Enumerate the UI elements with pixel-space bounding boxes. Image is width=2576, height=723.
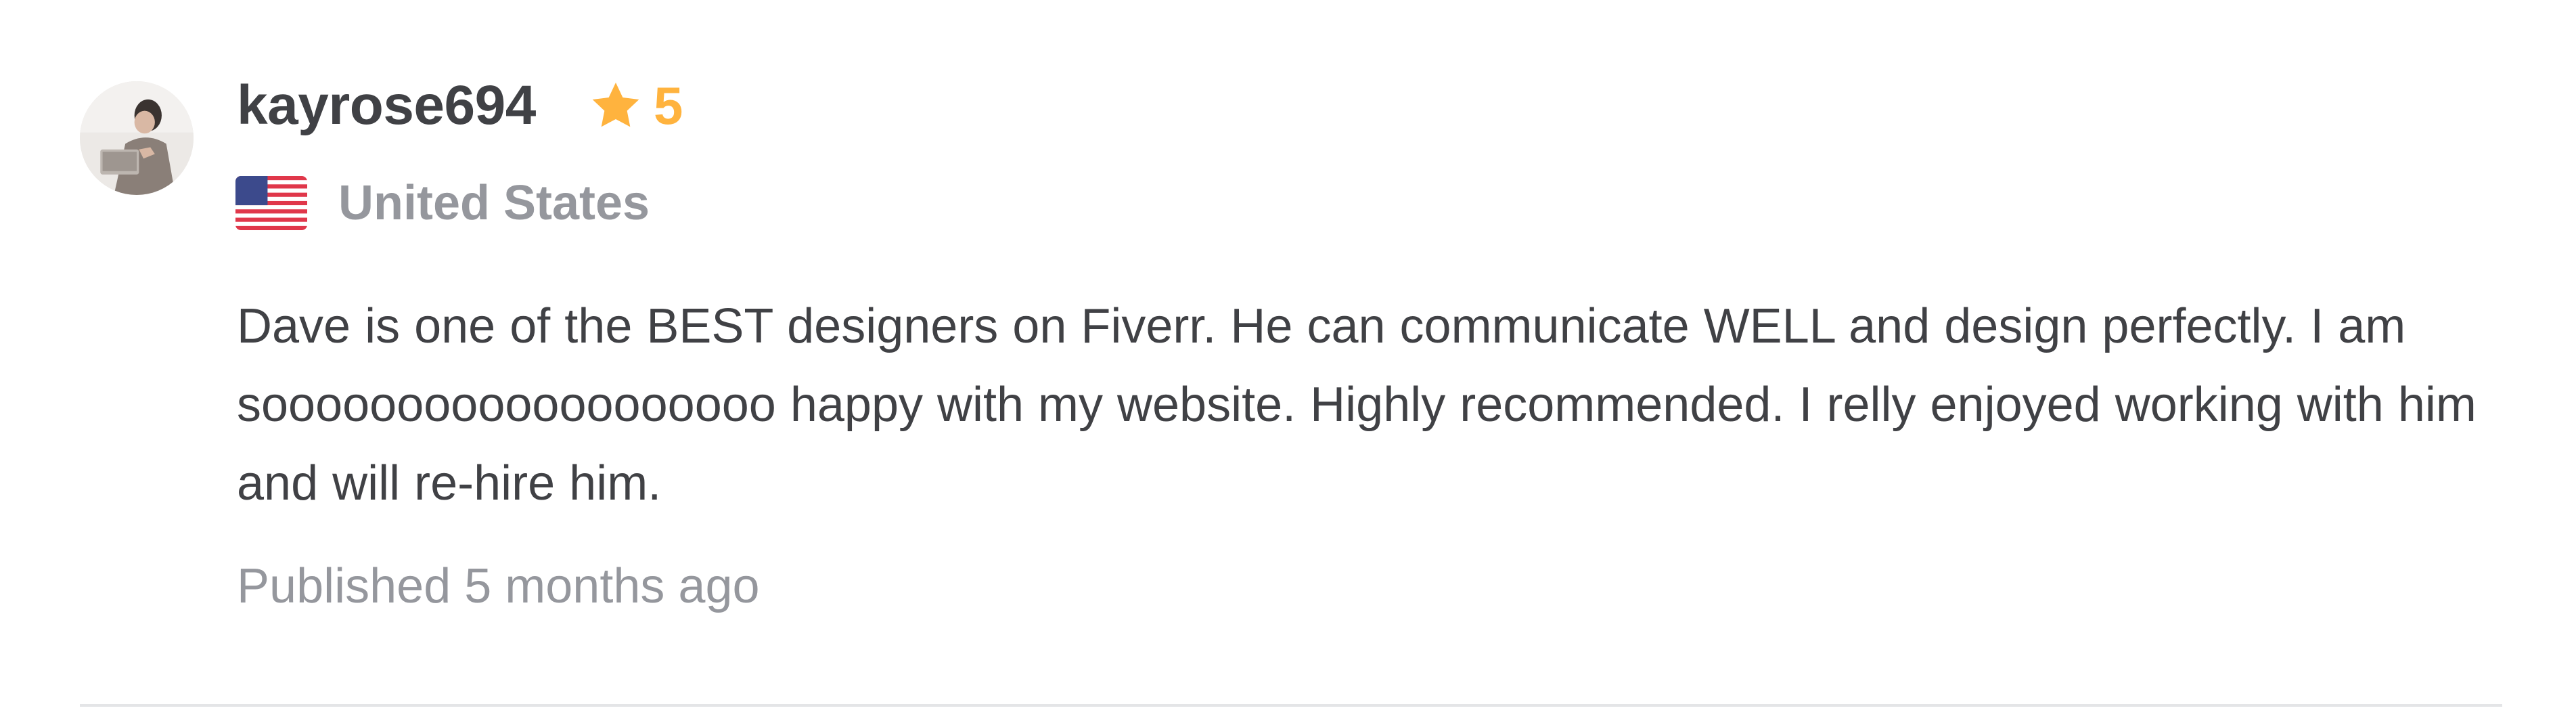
divider [80, 704, 2502, 707]
user-avatar-image [80, 81, 194, 195]
reviewer-username[interactable]: kayrose694 [237, 68, 536, 144]
country-name: United States [338, 176, 650, 230]
rating-value: 5 [654, 76, 683, 135]
review-card: kayrose694 5 United States Dave is one o… [0, 0, 2576, 723]
reviewer-country: United States [235, 169, 650, 237]
rating: 5 [589, 68, 683, 144]
star-icon [592, 83, 639, 127]
published-date: Published 5 months ago [237, 559, 760, 613]
avatar[interactable] [80, 81, 194, 195]
us-flag-icon [235, 176, 307, 230]
review-text: Dave is one of the BEST designers on Fiv… [237, 299, 2477, 510]
